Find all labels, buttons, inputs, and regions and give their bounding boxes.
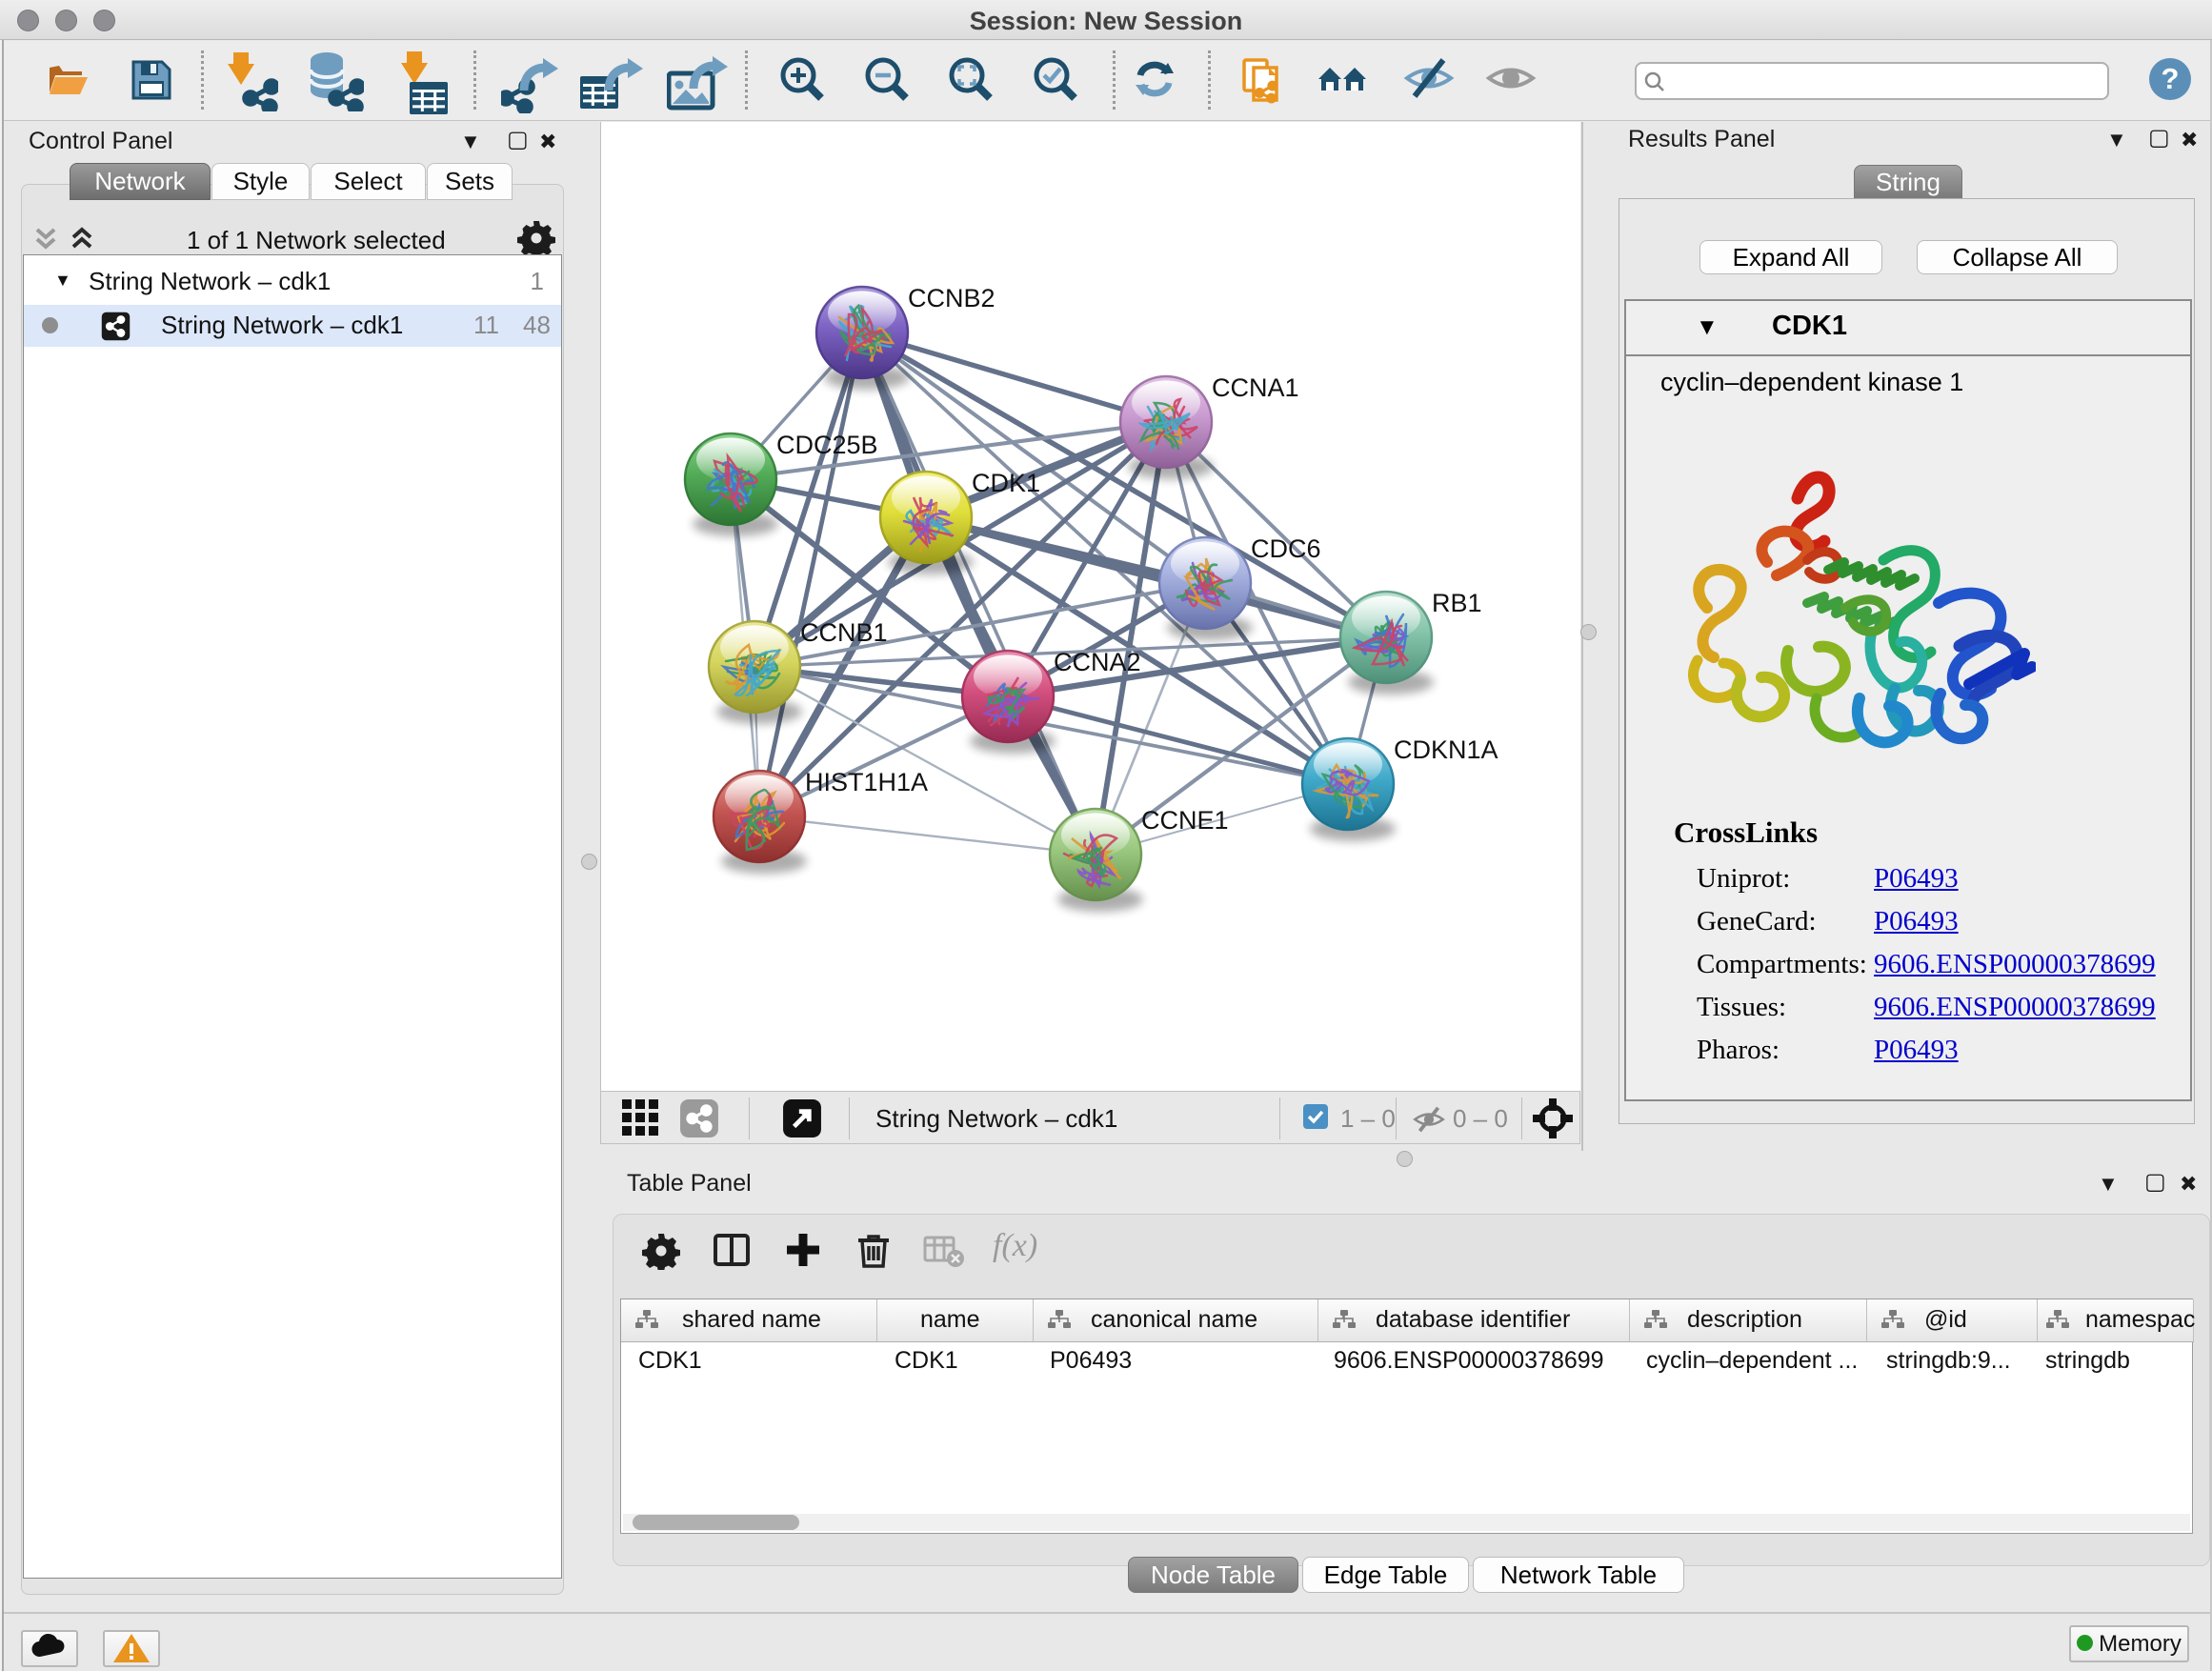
svg-text:HIST1H1A: HIST1H1A [805,768,928,796]
svg-text:CDC25B: CDC25B [776,431,878,459]
svg-text:CCNB2: CCNB2 [908,284,995,312]
svg-text:CDK1: CDK1 [972,469,1040,497]
svg-text:?: ? [2162,62,2180,95]
svg-text:CCNA1: CCNA1 [1212,373,1299,402]
svg-text:CCNB1: CCNB1 [800,618,888,647]
svg-text:CDKN1A: CDKN1A [1394,735,1498,764]
svg-text:CCNA2: CCNA2 [1054,648,1141,676]
svg-text:RB1: RB1 [1432,589,1482,617]
svg-text:CDC6: CDC6 [1251,534,1321,563]
svg-text:CCNE1: CCNE1 [1141,806,1229,835]
